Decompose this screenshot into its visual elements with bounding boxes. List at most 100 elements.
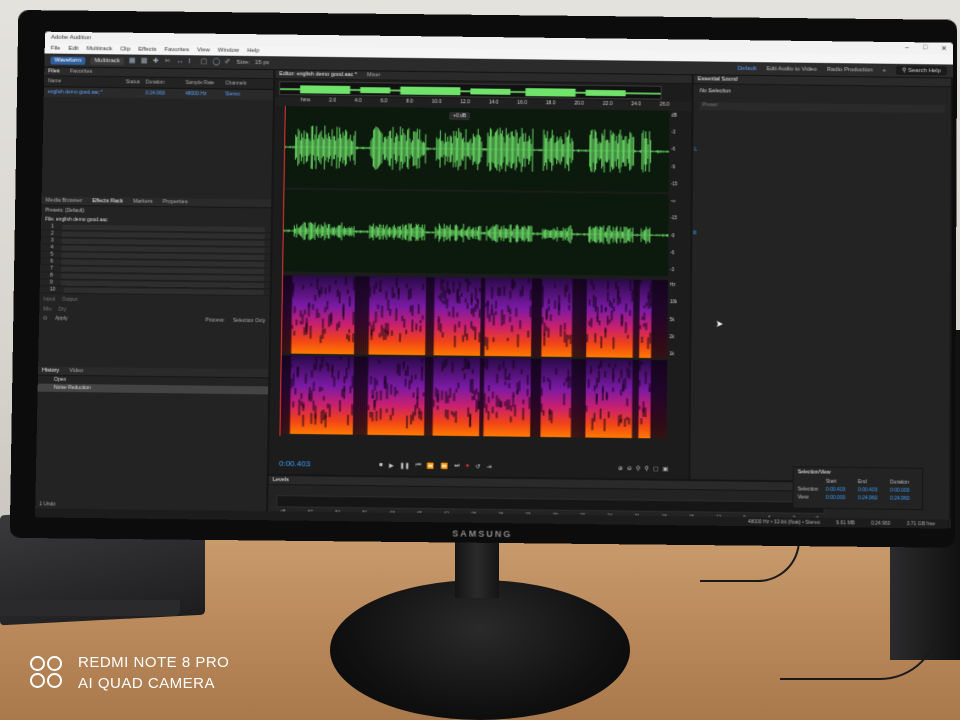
selection-view-panel: Selection/View Start End Duration Select… bbox=[792, 466, 924, 511]
tab-levels[interactable]: Levels bbox=[273, 477, 289, 483]
tab-video[interactable]: Video bbox=[69, 368, 83, 374]
tab-effects-rack[interactable]: Effects Rack bbox=[92, 198, 123, 204]
menu-file[interactable]: File bbox=[51, 46, 61, 52]
tab-essential-sound[interactable]: Essential Sound bbox=[698, 76, 738, 82]
watermark-line-2: AI QUAD CAMERA bbox=[78, 675, 216, 692]
power-icon[interactable]: ⏻ bbox=[43, 315, 47, 321]
column-channels[interactable]: Channels bbox=[225, 80, 255, 86]
tab-mixer[interactable]: Mixer bbox=[367, 72, 380, 78]
minimize-icon[interactable]: – bbox=[905, 44, 909, 52]
preset-field[interactable]: Preset: bbox=[699, 102, 945, 114]
spectral-icon[interactable]: ▩ bbox=[141, 58, 148, 65]
razor-tool-icon[interactable]: ✂ bbox=[165, 58, 172, 65]
column-duration[interactable]: Duration bbox=[146, 80, 186, 86]
zoom-in-amplitude-icon[interactable]: ⊕ bbox=[618, 465, 623, 472]
close-icon[interactable]: ✕ bbox=[941, 45, 947, 53]
tab-history[interactable]: History bbox=[42, 368, 59, 374]
lasso-icon[interactable]: ◯ bbox=[213, 58, 221, 65]
column-name[interactable]: Name bbox=[48, 78, 126, 85]
mix-dry-label: Dry bbox=[58, 306, 67, 313]
view-duration[interactable]: 0:24.960 bbox=[890, 496, 922, 502]
selection-duration[interactable]: 0:00.000 bbox=[890, 488, 922, 494]
go-to-start-icon[interactable]: ⏮ bbox=[416, 463, 422, 470]
tab-properties[interactable]: Properties bbox=[163, 199, 188, 205]
db-scale: dB -3 -6 -9 -15 -∞ -15 -9 -6 -3 bbox=[670, 112, 678, 273]
waveform-left-channel[interactable]: +0 dB bbox=[283, 106, 669, 193]
waveform-editor[interactable]: +0 dB dB -3 -6 -9 -15 -∞ -15 -9 -6 -3 L … bbox=[279, 106, 697, 441]
spectrogram-left[interactable] bbox=[280, 275, 669, 359]
apply-button[interactable]: Apply bbox=[55, 316, 68, 322]
camera-logo-icon bbox=[30, 656, 66, 690]
status-free-space: 3.71 GB free bbox=[906, 520, 936, 527]
view-end[interactable]: 0:24.960 bbox=[858, 495, 890, 501]
zoom-out-time-icon[interactable]: ⚲ bbox=[644, 465, 648, 472]
marquee-icon[interactable]: ▢ bbox=[201, 58, 208, 65]
selection-start[interactable]: 0:00.403 bbox=[826, 487, 858, 493]
gain-hud[interactable]: +0 dB bbox=[449, 111, 471, 121]
history-item-noise-reduction[interactable]: Noise Reduction bbox=[37, 383, 269, 395]
workspace-radio-production[interactable]: Radio Production bbox=[827, 66, 873, 73]
app-title: Adobe Audition bbox=[50, 34, 92, 42]
menu-edit[interactable]: Edit bbox=[68, 46, 78, 52]
view-start[interactable]: 0:00.000 bbox=[826, 495, 858, 501]
process-label: Process: bbox=[205, 317, 226, 324]
timecode-display[interactable]: 0:00.403 bbox=[279, 459, 310, 468]
column-sample-rate[interactable]: Sample Rate bbox=[185, 80, 225, 86]
zoom-selection-icon[interactable]: ▣ bbox=[663, 466, 669, 473]
pause-icon[interactable]: ❚❚ bbox=[400, 462, 410, 469]
zoom-out-amplitude-icon[interactable]: ⊖ bbox=[627, 465, 632, 472]
tab-editor[interactable]: Editor: english demo good.aac * bbox=[279, 71, 357, 78]
go-to-end-icon[interactable]: ⏭ bbox=[454, 463, 460, 470]
zoom-full-icon[interactable]: ▢ bbox=[653, 466, 659, 473]
menu-effects[interactable]: Effects bbox=[138, 47, 156, 53]
left-column: Files Favorites Name Status Duration Sam… bbox=[35, 67, 276, 521]
zoom-in-time-icon[interactable]: ⚲ bbox=[636, 465, 640, 472]
rewind-icon[interactable]: ⏪ bbox=[427, 463, 435, 470]
laptop-edge bbox=[0, 600, 180, 616]
play-icon[interactable]: ▶ bbox=[389, 462, 394, 469]
column-status[interactable]: Status bbox=[126, 79, 146, 85]
maximize-icon[interactable]: □ bbox=[923, 44, 927, 52]
editor-panel: Editor: english demo good.aac * Mixer hm… bbox=[268, 70, 829, 528]
menu-view[interactable]: View bbox=[197, 47, 210, 53]
menu-help[interactable]: Help bbox=[247, 48, 259, 54]
time-selection-icon[interactable]: I bbox=[189, 58, 196, 65]
slip-tool-icon[interactable]: ↔ bbox=[177, 58, 184, 65]
skip-selection-icon[interactable]: ⇥ bbox=[486, 463, 491, 470]
search-help-input[interactable]: ⚲ Search Help bbox=[895, 65, 947, 76]
selection-end[interactable]: 0:00.403 bbox=[858, 487, 890, 493]
file-row[interactable]: english demo good.aac * 0:24.960 48000 H… bbox=[43, 87, 274, 100]
tab-media-browser[interactable]: Media Browser bbox=[46, 198, 83, 204]
more-workspaces-icon[interactable]: » bbox=[883, 67, 886, 73]
files-panel: Files Favorites Name Status Duration Sam… bbox=[42, 67, 274, 199]
loop-icon[interactable]: ↺ bbox=[475, 463, 480, 470]
workspace-default[interactable]: Default bbox=[738, 65, 757, 71]
stop-icon[interactable]: ■ bbox=[379, 462, 383, 469]
move-tool-icon[interactable]: ✚ bbox=[153, 58, 160, 65]
brush-icon[interactable]: ✐ bbox=[224, 59, 231, 66]
multitrack-mode-button[interactable]: Multitrack bbox=[90, 56, 125, 65]
tab-files[interactable]: Files bbox=[48, 68, 60, 74]
waveform-right-channel[interactable] bbox=[282, 189, 670, 277]
menu-window[interactable]: Window bbox=[218, 48, 239, 54]
tab-favorites[interactable]: Favorites bbox=[70, 69, 93, 75]
process-select[interactable]: Selection Only bbox=[233, 318, 265, 324]
workspace-edit-audio-to-video[interactable]: Edit Audio to Video bbox=[766, 66, 816, 73]
mouse-cursor-icon: ➤ bbox=[715, 318, 724, 329]
menu-favorites[interactable]: Favorites bbox=[164, 47, 189, 53]
status-format: 48000 Hz • 32-bit (float) • Stereo bbox=[747, 518, 821, 526]
record-icon[interactable]: ● bbox=[466, 463, 470, 470]
fast-forward-icon[interactable]: ⏩ bbox=[441, 463, 449, 470]
size-value[interactable]: 15 px bbox=[255, 60, 270, 66]
spectrogram-right[interactable] bbox=[279, 355, 668, 439]
menu-clip[interactable]: Clip bbox=[120, 46, 130, 52]
tab-markers[interactable]: Markers bbox=[133, 199, 153, 205]
presets-select[interactable]: (Default) bbox=[65, 208, 84, 214]
effects-rack-panel: Media Browser Effects Rack Markers Prope… bbox=[38, 196, 272, 370]
presets-label: Presets: bbox=[45, 207, 64, 214]
camera-watermark: REDMI NOTE 8 PRO AI QUAD CAMERA bbox=[30, 652, 229, 694]
waveform-mode-button[interactable]: Waveform bbox=[50, 56, 86, 65]
selection-view-title: Selection/View bbox=[797, 469, 831, 476]
menu-multitrack[interactable]: Multitrack bbox=[87, 46, 113, 52]
frequency-display-icon[interactable]: ▦ bbox=[129, 57, 136, 64]
